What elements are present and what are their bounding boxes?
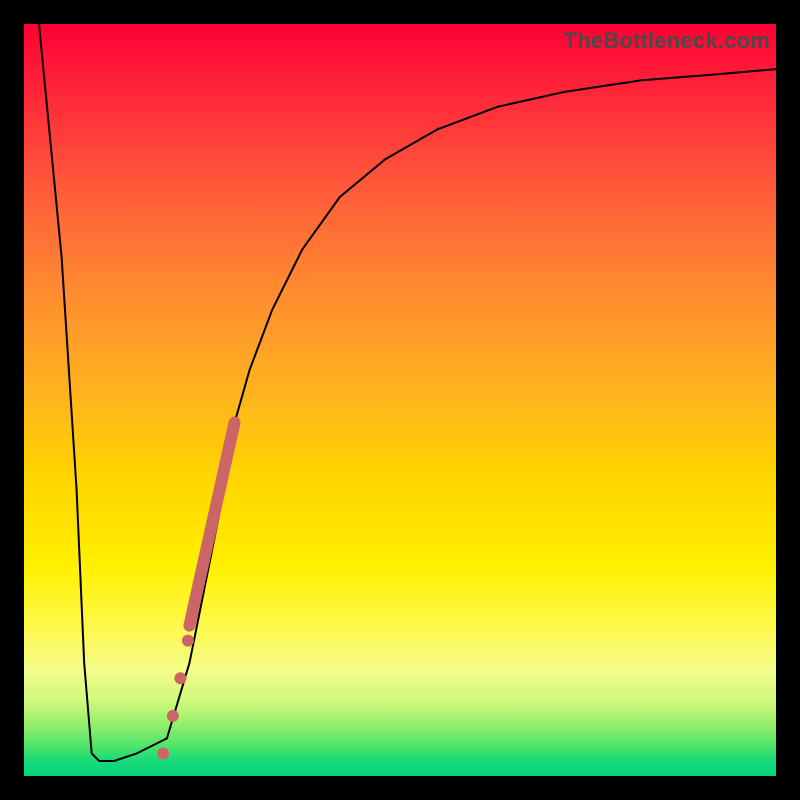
chart-svg [24, 24, 776, 776]
chart-frame: TheBottleneck.com [0, 0, 800, 800]
highlight-dot [167, 710, 179, 722]
bottleneck-curve [39, 24, 776, 761]
highlight-thick-segment [189, 423, 234, 626]
highlight-dot [182, 635, 194, 647]
highlight-dot [157, 747, 169, 759]
highlight-dot [174, 672, 186, 684]
plot-area: TheBottleneck.com [24, 24, 776, 776]
